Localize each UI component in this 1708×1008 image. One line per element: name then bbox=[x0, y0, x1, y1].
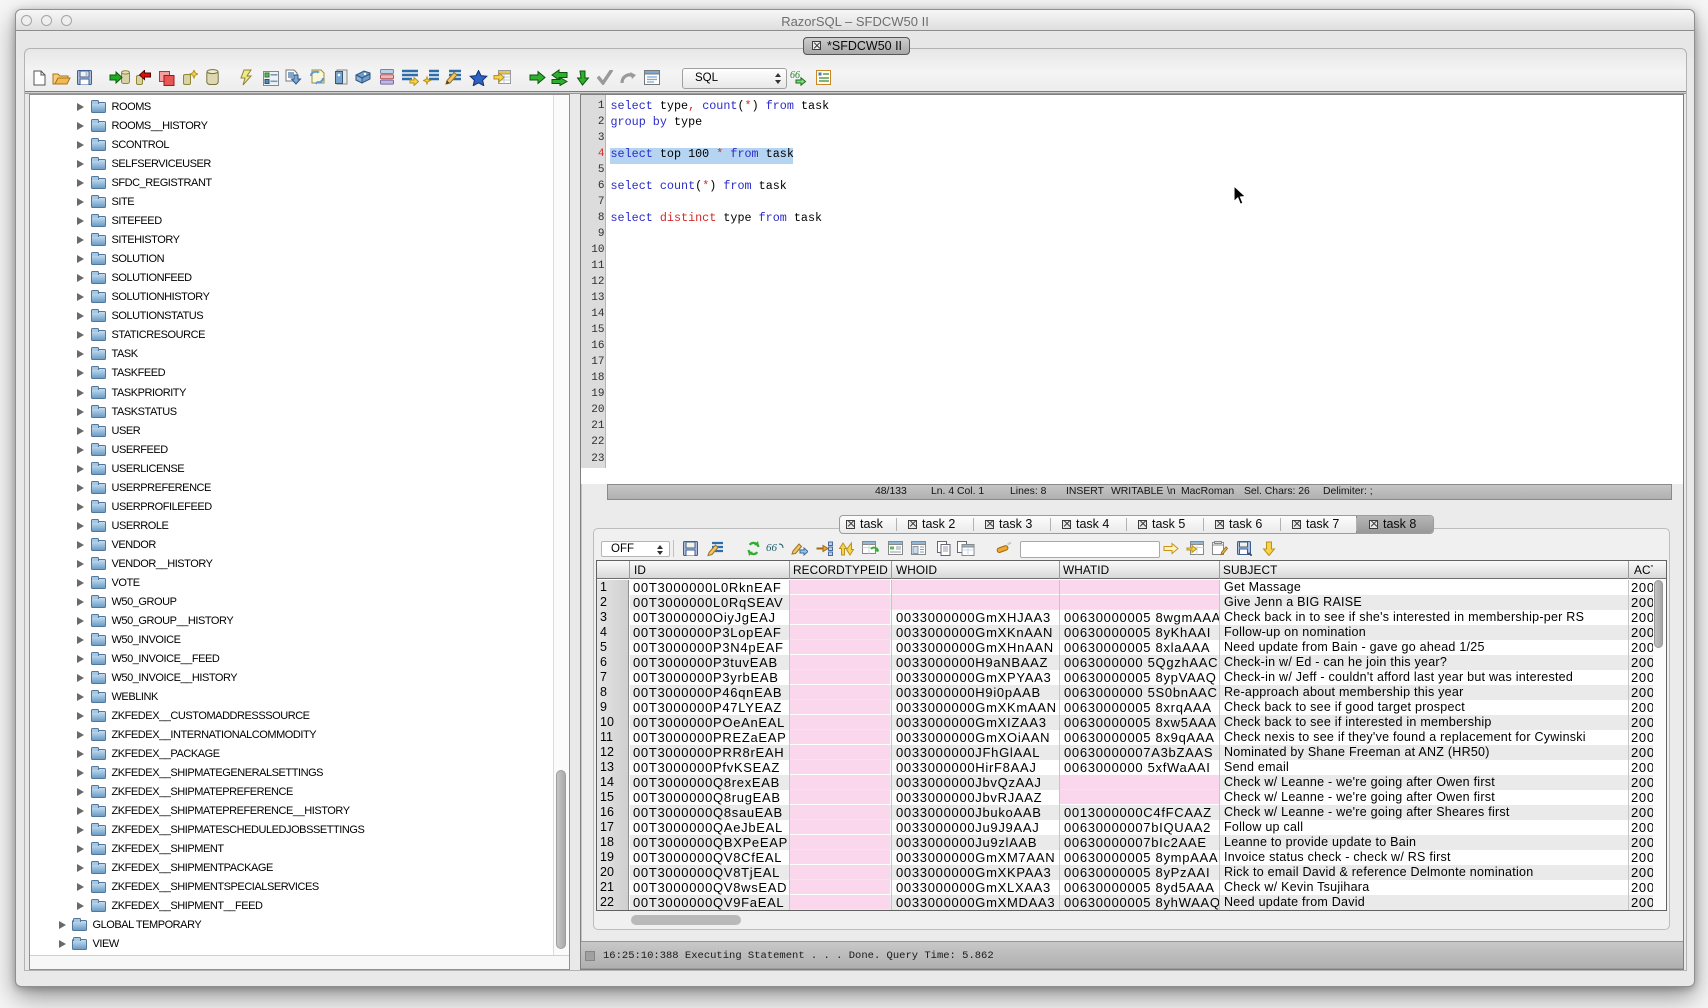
svg-text:66: 66 bbox=[790, 70, 800, 81]
svg-text:66: 66 bbox=[766, 542, 778, 554]
